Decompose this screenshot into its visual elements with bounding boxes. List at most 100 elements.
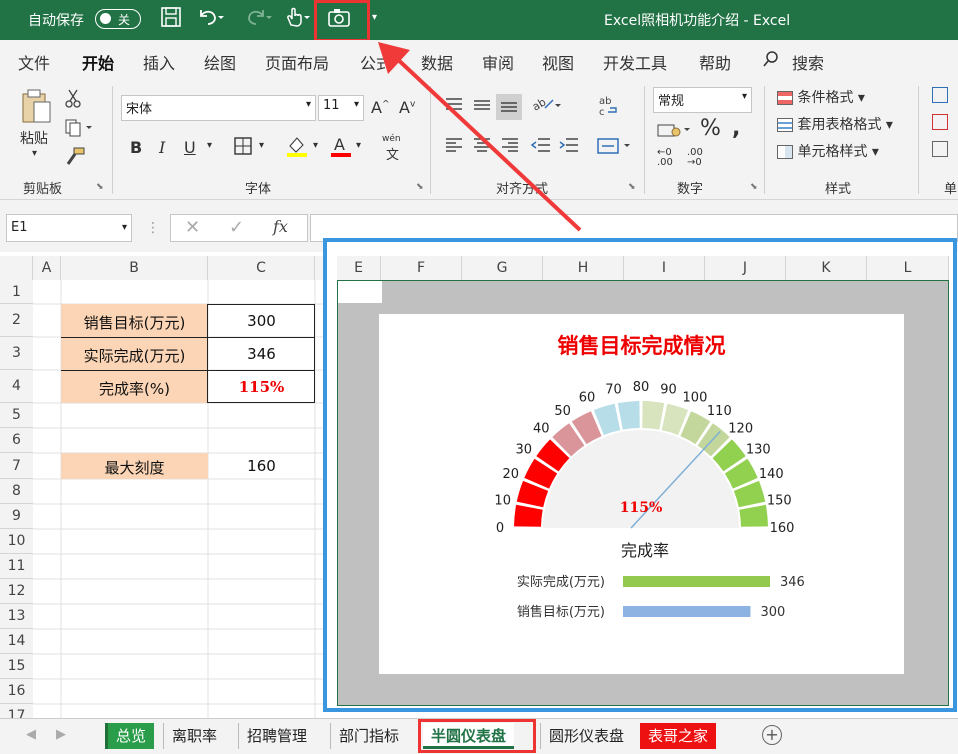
tab-home[interactable]: 开始 — [82, 50, 115, 82]
italic-button[interactable]: I — [159, 138, 165, 157]
clipboard-launcher-icon[interactable]: ⬊ — [96, 182, 104, 192]
font-color-icon[interactable]: A — [330, 134, 352, 162]
row-header[interactable]: 13 — [0, 604, 33, 629]
undo-icon[interactable] — [196, 6, 224, 33]
insert-function-button[interactable]: fx — [273, 217, 288, 236]
number-format-select[interactable]: 常规 ▾ — [653, 87, 752, 113]
fill-color-icon[interactable] — [285, 134, 309, 162]
sheet-tab[interactable]: 部门指标 — [330, 723, 407, 749]
tab-help[interactable]: 帮助 — [699, 50, 731, 74]
row-header[interactable]: 5 — [0, 403, 33, 428]
font-size-select[interactable]: 11 ▾ — [318, 95, 364, 121]
more-options-icon[interactable]: ⋮ — [146, 220, 160, 236]
paste-icon[interactable] — [20, 88, 54, 132]
font-name-select[interactable]: 宋体 ▾ — [121, 95, 316, 121]
row-header[interactable]: 3 — [0, 337, 33, 370]
add-sheet-button[interactable]: + — [762, 725, 782, 745]
sheet-tab[interactable]: 离职率 — [163, 723, 225, 749]
cell-b3[interactable]: 实际完成(万元) — [61, 345, 208, 366]
tab-draw[interactable]: 绘图 — [204, 50, 236, 74]
column-header[interactable]: B — [61, 256, 208, 280]
gauge-band — [514, 504, 543, 527]
search-icon[interactable] — [762, 50, 780, 72]
format-cells-icon[interactable] — [932, 141, 948, 161]
alignment-launcher-icon[interactable]: ⬊ — [628, 182, 636, 192]
save-icon[interactable] — [160, 6, 182, 33]
sheet-tab[interactable]: 招聘管理 — [238, 723, 315, 749]
number-launcher-icon[interactable]: ⬊ — [750, 182, 758, 192]
row-header[interactable]: 6 — [0, 428, 33, 453]
picture-column-header: H — [543, 256, 624, 280]
wrap-text-icon[interactable]: ab c — [598, 94, 620, 121]
fill-color-dropdown-icon[interactable]: ▾ — [313, 140, 318, 151]
delete-cells-icon[interactable] — [932, 114, 948, 134]
cell-b7[interactable]: 最大刻度 — [61, 457, 208, 478]
customize-qat-icon[interactable]: ▾ — [372, 12, 377, 23]
cell-b2[interactable]: 销售目标(万元) — [61, 312, 208, 333]
cell-c2[interactable]: 300 — [208, 312, 315, 330]
divider — [112, 86, 113, 194]
enter-icon[interactable]: ✓ — [229, 217, 244, 238]
next-sheet-icon[interactable]: ▶ — [56, 727, 66, 742]
row-header[interactable]: 14 — [0, 629, 33, 654]
row-header[interactable]: 7 — [0, 453, 33, 479]
picture-column-headers: EFGHIJKL — [337, 256, 949, 280]
row-header[interactable]: 8 — [0, 479, 33, 504]
cell-c7[interactable]: 160 — [208, 457, 315, 475]
row-header[interactable]: 4 — [0, 370, 33, 403]
gauge-chart[interactable]: 销售目标完成情况 0 10 20 30 40 50 60 70 80 90 100 110 120 130… — [379, 314, 904, 674]
copy-icon[interactable] — [64, 118, 94, 142]
sheet-tab[interactable]: 总览 — [105, 723, 155, 749]
tab-file[interactable]: 文件 — [18, 50, 50, 74]
comma-style-icon[interactable]: , — [732, 116, 740, 141]
format-as-table-button[interactable]: 套用表格格式 ▾ — [777, 114, 893, 134]
row-header[interactable]: 15 — [0, 654, 33, 679]
name-box[interactable]: E1 ▾ — [6, 214, 132, 242]
prev-sheet-icon[interactable]: ◀ — [26, 727, 36, 742]
cell-b4[interactable]: 完成率(%) — [61, 378, 208, 399]
row-header[interactable]: 12 — [0, 579, 33, 604]
decrease-decimal-icon[interactable]: .00 →0 — [687, 148, 703, 168]
row-header[interactable]: 9 — [0, 504, 33, 529]
picture-column-header: J — [705, 256, 786, 280]
percent-style-icon[interactable]: % — [700, 116, 721, 141]
cut-icon[interactable] — [64, 88, 82, 112]
autosave-toggle[interactable]: 关 — [95, 9, 141, 29]
column-header[interactable]: A — [33, 256, 61, 280]
increase-decimal-icon[interactable]: ←0.00 — [657, 148, 673, 168]
font-color-dropdown-icon[interactable]: ▾ — [356, 140, 361, 151]
row-header[interactable]: 2 — [0, 304, 33, 337]
picture-column-header: K — [786, 256, 867, 280]
merge-center-icon[interactable] — [596, 136, 632, 160]
accounting-format-icon[interactable] — [656, 120, 692, 144]
row-header[interactable]: 10 — [0, 529, 33, 554]
conditional-formatting-button[interactable]: 条件格式 ▾ — [777, 87, 865, 107]
row-header[interactable]: 11 — [0, 554, 33, 579]
borders-dropdown-icon[interactable]: ▾ — [259, 140, 264, 151]
cell-styles-button[interactable]: 单元格样式 ▾ — [777, 141, 879, 161]
borders-icon[interactable] — [233, 136, 253, 160]
chevron-down-icon: ▾ — [741, 91, 747, 102]
select-all-corner[interactable] — [0, 256, 33, 280]
touch-mode-icon[interactable] — [282, 6, 310, 33]
bold-button[interactable]: B — [130, 138, 142, 157]
tab-insert[interactable]: 插入 — [143, 50, 175, 74]
tab-search[interactable]: 搜索 — [792, 50, 824, 74]
sheet-tab[interactable]: 圆形仪表盘 — [540, 723, 632, 749]
row-header[interactable]: 16 — [0, 679, 33, 704]
paste-button[interactable]: 粘贴 — [20, 128, 48, 148]
sheet-tab[interactable]: 表哥之家 — [640, 723, 717, 749]
underline-button[interactable]: U — [184, 138, 196, 157]
row-header[interactable]: 1 — [0, 280, 33, 304]
underline-dropdown-icon[interactable]: ▾ — [207, 140, 212, 151]
tab-page-layout[interactable]: 页面布局 — [265, 50, 329, 74]
tab-developer[interactable]: 开发工具 — [603, 50, 667, 74]
format-painter-icon[interactable] — [64, 146, 86, 170]
insert-cells-icon[interactable] — [932, 87, 948, 107]
redo-icon[interactable] — [244, 6, 272, 33]
paste-dropdown-icon[interactable]: ▾ — [32, 148, 37, 159]
cancel-icon[interactable]: ✕ — [185, 217, 200, 238]
cell-c4[interactable]: 115% — [208, 378, 315, 396]
column-header[interactable]: C — [208, 256, 315, 280]
cell-c3[interactable]: 346 — [208, 345, 315, 363]
